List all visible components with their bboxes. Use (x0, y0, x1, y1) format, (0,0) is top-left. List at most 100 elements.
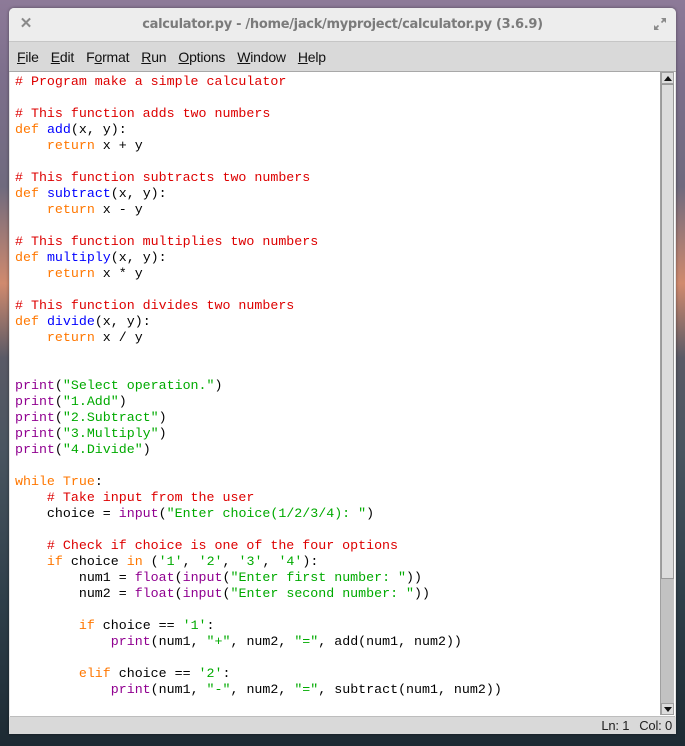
code-token-keyword: return (46, 266, 95, 281)
code-line: return x * y (15, 266, 659, 282)
code-line: # This function subtracts two numbers (15, 170, 659, 186)
code-token-plain: x - y (94, 202, 143, 217)
code-line: print("3.Multiply") (15, 426, 659, 442)
code-token-builtin: print (15, 426, 55, 441)
code-line: elif choice == '2': (15, 666, 659, 682)
code-token-keyword: return (46, 330, 95, 345)
menu-edit[interactable]: Edit (51, 49, 75, 65)
code-line: print(num1, "-", num2, "=", subtract(num… (15, 682, 659, 698)
code-token-comment: # Check if choice is one of the four opt… (46, 538, 399, 553)
code-token-string: '2' (198, 666, 223, 681)
code-token-plain: (x, y): (110, 186, 167, 201)
code-line: print("2.Subtract") (15, 410, 659, 426)
scroll-down-button[interactable] (661, 703, 674, 715)
code-token-builtin: print (15, 394, 55, 409)
column-number: Col: 0 (639, 718, 672, 733)
code-token-keyword: return (46, 138, 95, 153)
code-token-string: "Enter second number: " (230, 586, 415, 601)
code-line: while True: (15, 474, 659, 490)
code-token-plain: (x, y): (70, 122, 127, 137)
code-line: # Take input from the user (15, 490, 659, 506)
code-token-plain: choice == (110, 666, 199, 681)
code-token-plain: ) (214, 378, 223, 393)
code-token-string: '2' (198, 554, 223, 569)
code-token-builtin: print (15, 442, 55, 457)
editor-area[interactable]: # Program make a simple calculator # This… (10, 72, 675, 717)
code-line: # This function multiplies two numbers (15, 234, 659, 250)
window-title: calculator.py - /home/jack/myproject/cal… (142, 17, 543, 32)
code-token-builtin: input (182, 586, 223, 601)
menu-run[interactable]: Run (141, 49, 166, 65)
code-line: return x / y (15, 330, 659, 346)
code-token-keyword: def (15, 314, 39, 329)
code-token-plain: ( (54, 426, 63, 441)
code-token-builtin: float (134, 586, 175, 601)
code-token-string: "4.Divide" (62, 442, 143, 457)
code-token-plain: x + y (94, 138, 143, 153)
code-token-plain: ) (118, 394, 127, 409)
menu-options[interactable]: Options (178, 49, 225, 65)
code-token-plain: choice == (94, 618, 183, 633)
code-token-comment: # This function adds two numbers (15, 106, 271, 121)
title-bar[interactable]: ✕ calculator.py - /home/jack/myproject/c… (9, 8, 676, 42)
code-token-plain: ) (158, 410, 167, 425)
scroll-up-button[interactable] (661, 72, 674, 84)
menu-help[interactable]: Help (298, 49, 326, 65)
code-token-plain: x / y (94, 330, 143, 345)
code-token-string: "1.Add" (62, 394, 119, 409)
code-token-def: divide (46, 314, 95, 329)
menu-file[interactable]: File (17, 49, 39, 65)
code-token-string: "=" (294, 634, 319, 649)
menu-window[interactable]: Window (237, 49, 286, 65)
code-token-string: "Enter choice(1/2/3/4): " (166, 506, 367, 521)
code-line: def subtract(x, y): (15, 186, 659, 202)
code-token-plain: , num2, (230, 682, 295, 697)
vertical-scrollbar[interactable] (660, 72, 674, 715)
maximize-button[interactable] (652, 16, 668, 32)
code-token-string: "+" (206, 634, 231, 649)
code-token-comment: # This function subtracts two numbers (15, 170, 311, 185)
scroll-down-arrow-icon (663, 706, 672, 712)
code-token-builtin: float (134, 570, 175, 585)
code-token-plain: ( (174, 586, 183, 601)
code-token-builtin: print (110, 682, 151, 697)
code-line: num1 = float(input("Enter first number: … (15, 570, 659, 586)
code-token-string: "2.Subtract" (62, 410, 159, 425)
code-token-plain: (num1, (150, 682, 207, 697)
scrollbar-thumb[interactable] (661, 84, 674, 579)
code-token-string: "Enter first number: " (230, 570, 407, 585)
code-token-builtin: input (182, 570, 223, 585)
code-token-keyword: def (15, 250, 39, 265)
code-line: if choice == '1': (15, 618, 659, 634)
code-line: def add(x, y): (15, 122, 659, 138)
code-token-plain: , num2, (230, 634, 295, 649)
code-token-keyword: True (62, 474, 95, 489)
code-line: # Check if choice is one of the four opt… (15, 538, 659, 554)
code-token-plain: : (206, 618, 215, 633)
code-line: return x + y (15, 138, 659, 154)
menu-format[interactable]: Format (86, 49, 129, 65)
code-token-string: "3.Multiply" (62, 426, 159, 441)
code-token-plain: , add(num1, num2)) (318, 634, 462, 649)
scroll-up-arrow-icon (663, 75, 672, 81)
code-token-plain: , (182, 554, 199, 569)
code-token-keyword: elif (78, 666, 111, 681)
code-token-comment: # This function divides two numbers (15, 298, 295, 313)
code-token-plain: , (262, 554, 279, 569)
code-line: num2 = float(input("Enter second number:… (15, 586, 659, 602)
code-token-plain: (x, y): (110, 250, 167, 265)
code-token-plain: choice = (15, 506, 119, 521)
code-token-keyword: def (15, 122, 39, 137)
code-text[interactable]: # Program make a simple calculator # This… (15, 74, 659, 716)
